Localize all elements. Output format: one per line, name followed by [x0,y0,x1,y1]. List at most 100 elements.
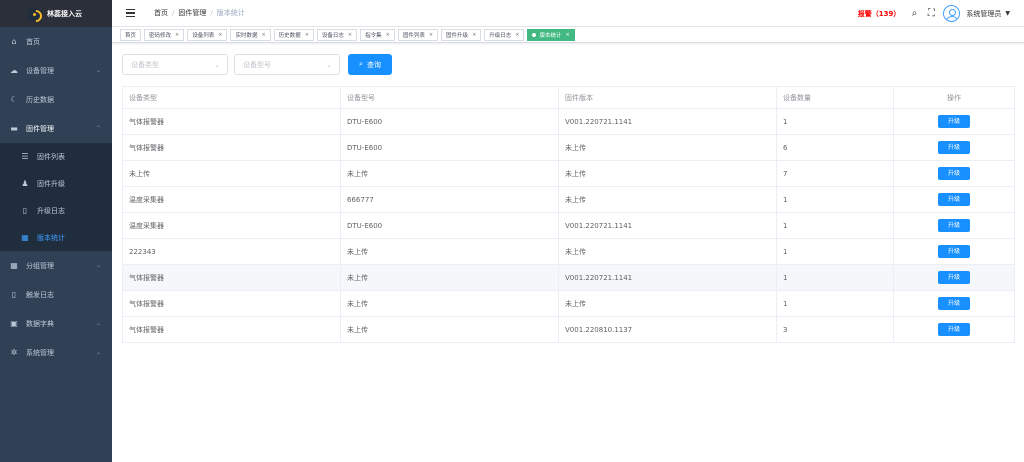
cell-device-count: 1 [776,186,894,213]
cell-device-count: 3 [776,316,894,343]
upgrade-button[interactable]: 升级 [938,115,970,128]
chevron-up-icon: ⌃ [95,125,101,132]
table-row: 气体报警器 DTU-E600 V001.220721.1141 1 升级 [122,108,1015,135]
username[interactable]: 系统管理员 [966,9,1001,19]
upgrade-button[interactable]: 升级 [938,167,970,180]
table-row: 温度采集器 666777 未上传 1 升级 [122,186,1015,213]
log-icon: ▯ [11,290,17,299]
sidebar-item-history-data[interactable]: ☾ 历史数据 [0,85,112,114]
sidebar-item-home[interactable]: ⌂ 首页 [0,27,112,56]
close-icon[interactable]: × [348,32,352,38]
table-row: 222343 未上传 未上传 1 升级 [122,238,1015,265]
cell-device-count: 1 [776,108,894,135]
alarm-badge[interactable]: 报警（139） [858,9,901,19]
grid-icon: ▦ [21,233,29,242]
cell-device-model: DTU-E600 [340,108,559,135]
chip-icon: ▬ [10,124,18,133]
tag-label: 密码修改 [149,32,172,39]
cell-firmware-version: 未上传 [558,134,777,161]
tag-firmware-list[interactable]: 固件列表 × [397,28,439,41]
upgrade-button[interactable]: 升级 [938,141,970,154]
sidebar-item-version-stats[interactable]: ▦ 版本统计 [0,224,112,251]
tag-device-list[interactable]: 设备列表 × [187,28,228,41]
close-icon[interactable]: × [472,32,476,38]
upgrade-button[interactable]: 升级 [938,323,970,336]
sidebar-item-group-management[interactable]: ▦ 分组管理 ⌄ [0,251,112,280]
sidebar-item-device-management[interactable]: ☁ 设备管理 ⌄ [0,56,112,85]
device-model-select[interactable]: 设备型号 ⌄ [234,54,340,75]
tag-home[interactable]: 首页 [120,28,142,41]
dict-icon: ▣ [10,319,18,328]
avatar[interactable] [943,5,961,22]
tag-command-set[interactable]: 指令集 × [360,28,395,41]
tag-label: 首页 [125,32,137,39]
upgrade-button[interactable]: 升级 [938,271,970,284]
tag-label: 版本统计 [539,32,562,39]
tag-label: 升级日志 [489,32,512,39]
sidebar-item-upgrade-log[interactable]: ▯ 升级日志 [0,197,112,224]
sidebar-item-data-dictionary[interactable]: ▣ 数据字典 ⌄ [0,309,112,338]
breadcrumb-separator: / [172,9,175,17]
chevron-down-icon: ⌄ [326,60,332,69]
cell-device-model: 未上传 [340,160,559,187]
cell-device-model: 未上传 [340,238,559,265]
select-placeholder: 设备型号 [243,60,271,69]
upgrade-button[interactable]: 升级 [938,297,970,310]
logo[interactable]: 林蕊接入云 [0,0,112,27]
tag-version-stats[interactable]: 版本统计 × [527,28,575,41]
search-button[interactable]: ⌕ 查询 [348,54,392,75]
sidebar-item-label: 触发日志 [26,290,54,299]
active-dot-icon [532,32,537,37]
search-button-label: 查询 [366,60,381,69]
sidebar: 林蕊接入云 ⌂ 首页 ☁ 设备管理 ⌄ ☾ 历史数据 ▬ 固件管理 ⌃ ☰ 固件… [0,0,112,462]
tag-firmware-upgrade[interactable]: 固件升级 × [441,28,482,41]
table-row: 气体报警器 未上传 V001.220810.1137 3 升级 [122,316,1015,343]
tag-upgrade-log[interactable]: 升级日志 × [484,28,525,41]
sidebar-item-firmware-list[interactable]: ☰ 固件列表 [0,143,112,170]
sidebar-item-label: 版本统计 [37,233,65,242]
cell-actions: 升级 [893,290,1015,317]
sidebar-item-firmware-upgrade[interactable]: ♟ 固件升级 [0,170,112,197]
upgrade-button[interactable]: 升级 [938,193,970,206]
sidebar-item-trigger-log[interactable]: ▯ 触发日志 [0,280,112,309]
cloud-icon: ☁ [10,66,18,75]
upgrade-button[interactable]: 升级 [938,219,970,232]
cell-device-type: 温度采集器 [122,212,341,239]
table-row: 温度采集器 DTU-E600 V001.220721.1141 1 升级 [122,212,1015,239]
cell-firmware-version: V001.220721.1141 [558,108,777,135]
table-row: 未上传 未上传 未上传 7 升级 [122,160,1015,187]
close-icon[interactable]: × [566,32,570,38]
close-icon[interactable]: × [175,32,179,38]
header-right: 报警（139） ⌕ ⛶ 系统管理员 ▼ [858,0,1010,27]
close-icon[interactable]: × [261,32,265,38]
close-icon[interactable]: × [305,32,309,38]
close-icon[interactable]: × [429,32,433,38]
close-icon[interactable]: × [515,32,519,38]
sidebar-item-label: 系统管理 [26,348,54,357]
cell-device-type: 气体报警器 [122,264,341,291]
tags-view: 首页 密码修改 × 设备列表 × 实时数据 × 历史数据 × 设备日志 × 指令集 × 固件… [112,27,1024,43]
close-icon[interactable]: × [386,32,390,38]
cell-device-model: 未上传 [340,264,559,291]
table-row: 气体报警器 DTU-E600 未上传 6 升级 [122,134,1015,161]
cell-firmware-version: 未上传 [558,238,777,265]
hamburger-icon[interactable] [126,9,135,18]
breadcrumb-firmware-management[interactable]: 固件管理 [178,8,206,18]
upgrade-button[interactable]: 升级 [938,245,970,258]
breadcrumb-home[interactable]: 首页 [154,8,168,18]
tag-realtime-data[interactable]: 实时数据 × [230,28,271,41]
close-icon[interactable]: × [218,32,222,38]
sidebar-item-system-management[interactable]: ✲ 系统管理 ⌄ [0,338,112,367]
chevron-down-icon: ⌄ [214,60,220,69]
sidebar-item-firmware-management[interactable]: ▬ 固件管理 ⌃ [0,114,112,143]
header-device-model: 设备型号 [340,86,559,109]
device-type-select[interactable]: 设备类型 ⌄ [122,54,228,75]
tag-history-data[interactable]: 历史数据 × [273,28,314,41]
tag-device-log[interactable]: 设备日志 × [316,28,358,41]
tag-password-change[interactable]: 密码修改 × [144,28,185,41]
chevron-down-icon: ⌄ [95,262,101,269]
header-actions: 操作 [893,86,1015,109]
fullscreen-icon[interactable]: ⛶ [926,8,936,19]
search-icon[interactable]: ⌕ [909,8,919,19]
caret-down-icon[interactable]: ▼ [1005,10,1010,17]
